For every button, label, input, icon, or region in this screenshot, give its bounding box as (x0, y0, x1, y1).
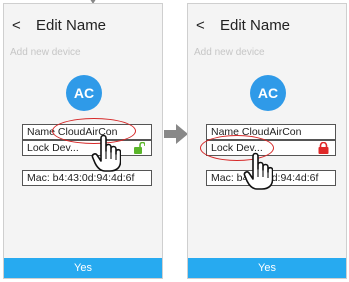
ac-device-badge: AC (66, 75, 102, 111)
yes-button[interactable]: Yes (4, 258, 162, 278)
subtitle: Add new device (10, 47, 81, 58)
hand-pointer-icon (91, 134, 121, 172)
ac-device-badge: AC (250, 75, 286, 111)
mac-address-field: Mac: b4:43:0d:94:4d:6f (22, 170, 152, 186)
back-icon[interactable]: < (12, 17, 21, 34)
page-title: Edit Name (220, 17, 291, 34)
phone-screen-before: < Edit Name Add new device AC Name Cloud… (3, 3, 163, 279)
lock-open-icon[interactable] (134, 142, 145, 154)
lock-device-label: Lock Dev... (27, 142, 79, 154)
subtitle: Add new device (194, 47, 265, 58)
back-icon[interactable]: < (196, 17, 205, 34)
yes-button[interactable]: Yes (188, 258, 346, 278)
page-title: Edit Name (36, 17, 107, 34)
lock-closed-icon[interactable] (318, 142, 329, 154)
phone-screen-after: < Edit Name Add new device AC Name Cloud… (187, 3, 347, 279)
hand-pointer-icon (243, 152, 273, 190)
arrow-right-icon (164, 124, 188, 144)
